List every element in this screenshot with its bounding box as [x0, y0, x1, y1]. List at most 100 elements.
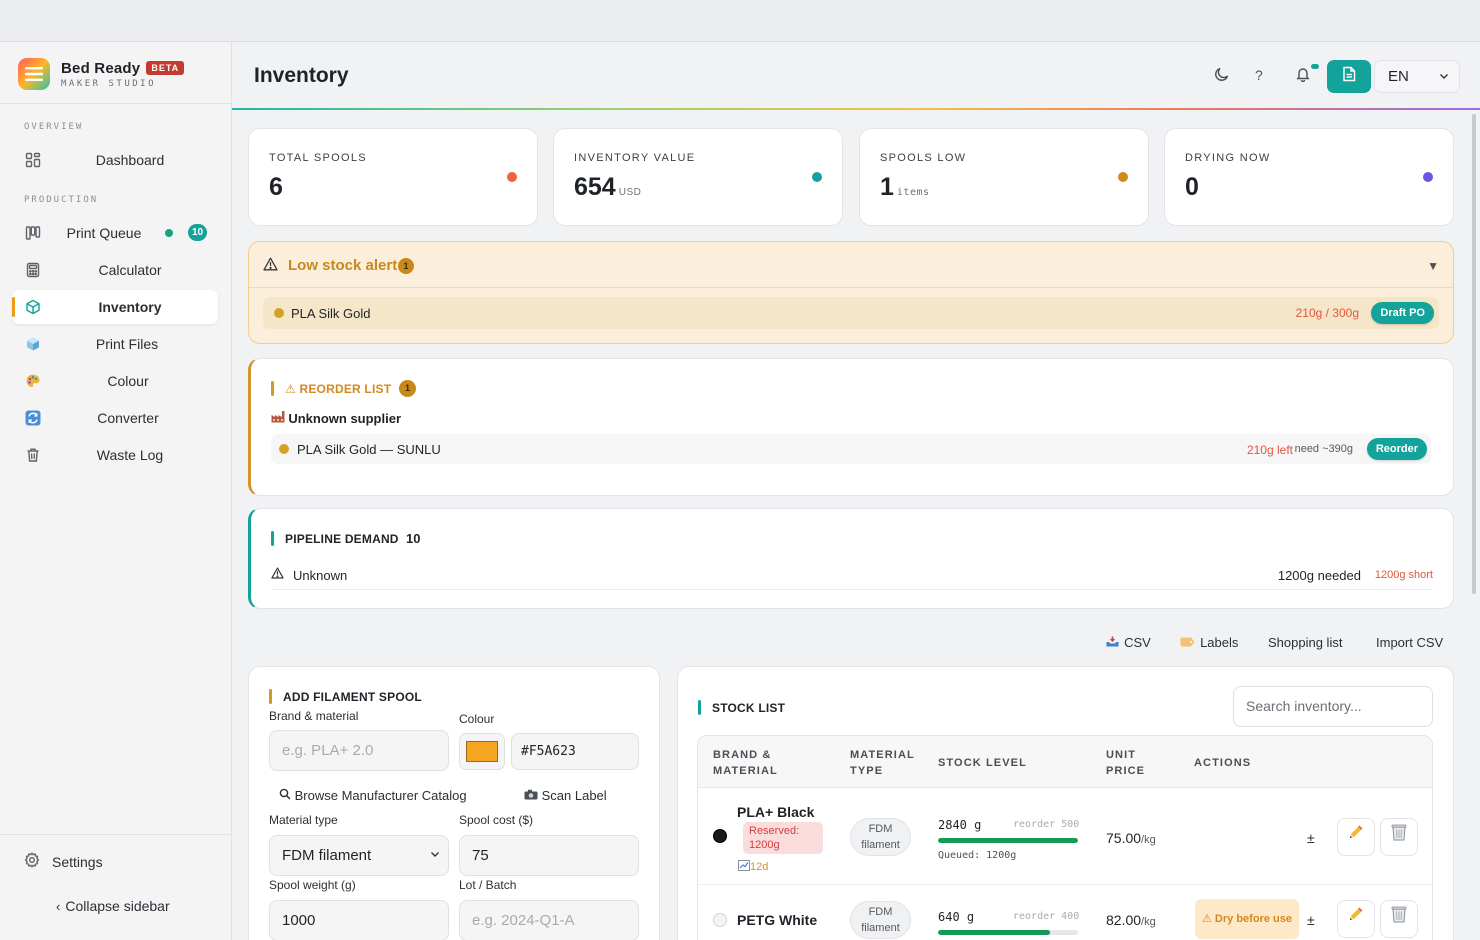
delete-button[interactable]	[1380, 900, 1418, 938]
app-logo-icon	[18, 58, 50, 90]
stock-level-bar	[938, 838, 1078, 843]
export-csv-button[interactable]: CSV	[1106, 635, 1151, 650]
sidebar-item-label: Inventory	[98, 299, 162, 315]
pencil-icon	[1350, 907, 1363, 920]
moon-icon[interactable]	[1214, 66, 1230, 86]
collapse-toggle-icon[interactable]: ▼	[1427, 259, 1439, 273]
column-header-stock[interactable]: STOCK LEVEL	[938, 755, 1027, 771]
table-header: BRAND & MATERIAL MATERIAL TYPE STOCK LEV…	[698, 736, 1432, 788]
table-row[interactable]: PETG White FDM filament 640 g reorder 40…	[698, 886, 1432, 940]
section-accent-bar	[271, 531, 274, 546]
gear-icon	[24, 852, 40, 872]
sidebar-divider	[0, 834, 231, 835]
alert-title: Low stock alert	[288, 257, 398, 274]
sidebar-item-colour[interactable]: Colour	[12, 364, 218, 398]
section-accent-bar	[269, 689, 272, 704]
help-icon[interactable]: ?	[1255, 67, 1263, 83]
filament-colour-dot	[713, 829, 727, 843]
collapse-sidebar-button[interactable]: ‹ Collapse sidebar	[56, 898, 170, 914]
brand[interactable]: Bed Ready BETA MAKER STUDIO	[18, 58, 185, 90]
item-remaining: 210g left	[1246, 443, 1293, 457]
stat-indicator-dot	[812, 172, 822, 182]
section-label-production: PRODUCTION	[24, 195, 99, 205]
card-title: ⚠ REORDER LIST	[285, 382, 392, 396]
stat-value: 6	[269, 173, 283, 201]
header-gradient-divider	[232, 108, 1480, 110]
scan-label-link[interactable]: Scan Label	[524, 788, 607, 803]
tray-icon	[1106, 636, 1122, 650]
edit-button[interactable]	[1337, 900, 1375, 938]
unit-price-unit: /kg	[1141, 916, 1156, 928]
sidebar-item-print-files[interactable]: Print Files	[12, 327, 218, 361]
adjust-stock-button[interactable]: ±	[1307, 830, 1315, 846]
brand-material-input[interactable]: e.g. PLA+ 2.0	[269, 730, 449, 771]
scan-label-text: Scan Label	[541, 788, 607, 803]
window-top-bar	[0, 0, 1480, 42]
labels-button[interactable]: Labels	[1180, 635, 1238, 650]
delete-button[interactable]	[1380, 818, 1418, 856]
dry-before-use-badge: ⚠ Dry before use	[1195, 899, 1299, 939]
notification-badge	[1311, 64, 1319, 69]
browse-catalog-link[interactable]: Browse Manufacturer Catalog	[279, 788, 467, 803]
reorder-button[interactable]: Reorder	[1366, 438, 1427, 460]
item-quantity: 210g / 300g	[1295, 306, 1359, 320]
sidebar-item-print-queue[interactable]: Print Queue 10	[12, 216, 218, 250]
sidebar-divider	[0, 103, 231, 104]
supplier-group: Unknown supplier	[271, 410, 401, 426]
chevron-down-icon	[1439, 62, 1449, 93]
bell-icon[interactable]	[1295, 66, 1311, 86]
spool-weight-input[interactable]: 1000	[269, 900, 449, 940]
stat-unit: USD	[618, 187, 642, 198]
table-row[interactable]: PLA+ Black Reserved: 1200g 12d FDM filam…	[698, 789, 1432, 885]
section-accent-bar	[271, 381, 274, 396]
material-type-select[interactable]: FDM filament	[269, 835, 449, 876]
stat-indicator-dot	[1423, 172, 1433, 182]
filament-colour-dot	[279, 444, 289, 454]
alert-divider	[249, 287, 1453, 288]
material-type-value: FDM filament	[282, 847, 372, 864]
chevron-left-icon: ‹	[56, 899, 61, 914]
sidebar-item-inventory[interactable]: Inventory	[12, 290, 218, 324]
stat-card-spools-low: SPOOLS LOW 1 items	[859, 128, 1149, 226]
sidebar-item-settings[interactable]: Settings	[24, 852, 103, 872]
colour-label: Colour	[459, 712, 495, 726]
lot-batch-input[interactable]: e.g. 2024-Q1-A	[459, 900, 639, 940]
sidebar-item-label: Colour	[107, 373, 149, 389]
stat-card-drying-now: DRYING NOW 0	[1164, 128, 1454, 226]
beta-badge: BETA	[146, 60, 185, 75]
language-select[interactable]: EN	[1374, 60, 1460, 93]
draft-po-button[interactable]: Draft PO	[1371, 302, 1434, 324]
stat-value: 654 USD	[574, 173, 641, 202]
section-label-overview: OVERVIEW	[24, 122, 84, 132]
import-csv-button[interactable]: Import CSV	[1376, 635, 1443, 650]
sidebar: Bed Ready BETA MAKER STUDIO OVERVIEW Dash…	[0, 42, 232, 940]
supplier-name: Unknown supplier	[288, 411, 402, 426]
stat-number: 1	[880, 173, 894, 201]
column-header-material[interactable]: MATERIAL TYPE	[850, 747, 930, 779]
sidebar-item-converter[interactable]: Converter	[12, 401, 218, 435]
wastebasket-icon	[1391, 906, 1407, 923]
magnifier-icon	[279, 788, 295, 803]
sidebar-item-waste-log[interactable]: Waste Log	[12, 438, 218, 472]
queue-active-dot	[165, 229, 173, 237]
scrollbar-thumb[interactable]	[1472, 114, 1476, 594]
column-header-brand[interactable]: BRAND & MATERIAL	[713, 747, 823, 779]
sidebar-item-calculator[interactable]: Calculator	[12, 253, 218, 287]
stat-indicator-dot	[1118, 172, 1128, 182]
colour-picker[interactable]	[459, 733, 505, 770]
column-header-price[interactable]: UNIT PRICE	[1106, 747, 1156, 779]
reorder-threshold: reorder 400	[1013, 911, 1080, 922]
adjust-stock-button[interactable]: ±	[1307, 912, 1315, 928]
filament-colour-dot	[713, 913, 727, 927]
search-inventory-input[interactable]: Search inventory...	[1233, 686, 1433, 727]
colour-hex-input[interactable]: #F5A623	[511, 733, 639, 770]
spool-cost-label: Spool cost ($)	[459, 813, 534, 827]
shopping-list-button[interactable]: Shopping list	[1268, 635, 1342, 650]
settings-label: Settings	[52, 854, 103, 870]
sidebar-item-dashboard[interactable]: Dashboard	[12, 143, 218, 177]
labels-label: Labels	[1200, 635, 1239, 650]
spool-cost-input[interactable]: 75	[459, 835, 639, 876]
edit-button[interactable]	[1337, 818, 1375, 856]
stock-table: BRAND & MATERIAL MATERIAL TYPE STOCK LEV…	[697, 735, 1433, 940]
document-button[interactable]	[1327, 60, 1371, 93]
